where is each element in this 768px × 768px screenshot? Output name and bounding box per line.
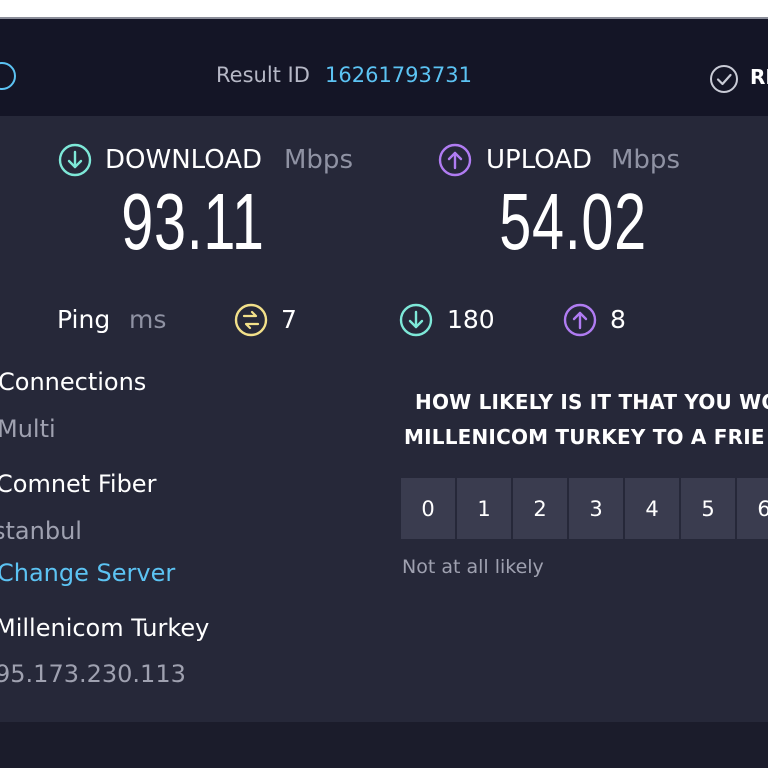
ping-unit: ms [129, 305, 167, 334]
survey-question-line1: HOW LIKELY IS IT THAT YOU WO [415, 390, 768, 414]
footer-bar [0, 722, 768, 768]
change-server-link[interactable]: Change Server [0, 559, 175, 587]
server-host-label: Comnet Fiber [0, 470, 157, 498]
download-title: DOWNLOAD [105, 145, 263, 175]
download-arrow-icon [58, 143, 92, 181]
download-speed-value: 93.11 [121, 177, 265, 266]
download-latency-icon[interactable] [399, 303, 433, 341]
rating-option-6[interactable]: 6 [737, 478, 768, 539]
rating-option-1[interactable]: 1 [457, 478, 511, 539]
check-circle-icon[interactable] [709, 64, 739, 98]
ip-address: 95.173.230.113 [0, 660, 186, 688]
server-location: stanbul [0, 517, 82, 545]
upload-arrow-icon [438, 143, 472, 181]
upload-latency-value: 8 [610, 305, 626, 334]
rating-option-0[interactable]: 0 [401, 478, 455, 539]
ping-label: Ping [57, 305, 111, 334]
rating-scale: 0 1 2 3 4 5 6 [401, 478, 768, 539]
connections-value[interactable]: Multi [0, 415, 56, 443]
results-link[interactable]: RE [750, 65, 768, 89]
rating-option-3[interactable]: 3 [569, 478, 623, 539]
upload-speed-value: 54.02 [499, 177, 647, 266]
rating-option-5[interactable]: 5 [681, 478, 735, 539]
connections-label: Connections [0, 368, 147, 396]
isp-name: Millenicom Turkey [0, 614, 210, 642]
idle-latency-value: 7 [281, 305, 297, 334]
upload-latency-icon[interactable] [563, 303, 597, 341]
rating-option-4[interactable]: 4 [625, 478, 679, 539]
upload-title: UPLOAD [486, 145, 593, 175]
upload-unit: Mbps [611, 145, 680, 175]
download-unit: Mbps [284, 145, 353, 175]
browser-top-strip [0, 0, 768, 17]
survey-question-line2: MILLENICOM TURKEY TO A FRIE [404, 425, 765, 449]
result-id-label: Result ID [216, 63, 310, 87]
result-id-link[interactable]: 16261793731 [325, 63, 472, 87]
download-latency-value: 180 [447, 305, 495, 334]
idle-latency-icon[interactable] [234, 303, 268, 341]
rating-option-2[interactable]: 2 [513, 478, 567, 539]
scale-low-label: Not at all likely [402, 556, 544, 578]
